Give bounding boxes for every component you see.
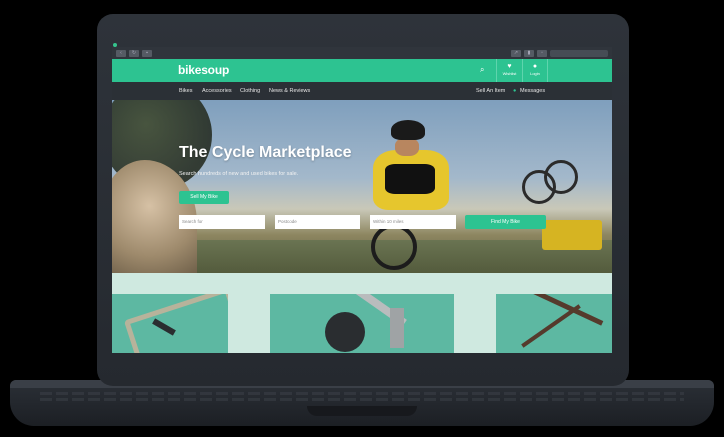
nav-item-accessories[interactable]: Accessories	[202, 88, 232, 94]
back-icon[interactable]: ‹	[116, 49, 126, 57]
category-cards	[112, 273, 612, 353]
bike-wheel	[371, 224, 417, 270]
nav-item-news-reviews[interactable]: News & Reviews	[269, 88, 310, 94]
nav-item-bikes[interactable]: Bikes	[179, 88, 192, 94]
hero-cyclist	[367, 120, 457, 270]
main-nav: Bikes Accessories Clothing News & Review…	[112, 82, 612, 100]
cyclist-helmet	[391, 120, 425, 140]
postcode-input[interactable]: Postcode	[275, 215, 360, 229]
cyclist-face	[395, 138, 419, 156]
site-logo[interactable]: bikesoup	[178, 63, 229, 77]
hero-banner: The Cycle Marketplace Search hundreds of…	[112, 100, 612, 273]
share-icon[interactable]: ↗	[511, 49, 521, 57]
laptop-key-row	[40, 398, 684, 401]
category-card[interactable]	[270, 294, 454, 353]
bike-frame-image	[123, 294, 228, 353]
bike-wheel	[544, 160, 578, 194]
chat-icon: ●	[513, 88, 517, 94]
laptop-notch	[307, 406, 417, 416]
heart-icon: ♥	[507, 63, 512, 70]
login-label: Login	[530, 71, 540, 76]
bike-wheel-image	[325, 312, 365, 352]
distance-select[interactable]: Within 10 miles	[370, 215, 456, 229]
team-car	[542, 220, 602, 250]
bookmark-icon[interactable]: ▮	[524, 49, 534, 57]
category-card[interactable]	[112, 294, 228, 353]
messages-link[interactable]: Messages	[520, 88, 545, 94]
sell-my-bike-button[interactable]: Sell My Bike	[179, 191, 229, 204]
sell-item-link[interactable]: Sell An Item	[476, 88, 505, 94]
search-input[interactable]: Search for	[179, 215, 265, 229]
login-button[interactable]: ● Login	[522, 59, 548, 82]
screen: ‹ ↻ ▪ ↗ ▮ ▫ bikesoup ⌕ ♥ Wishlist ● Logi…	[112, 47, 612, 353]
browser-toolbar: ‹ ↻ ▪ ↗ ▮ ▫	[112, 47, 612, 59]
browser-search-box[interactable]	[550, 49, 608, 57]
nav-item-clothing[interactable]: Clothing	[240, 88, 260, 94]
laptop-key-row	[40, 392, 684, 395]
lock-icon[interactable]: ▪	[142, 49, 152, 57]
hero-title: The Cycle Marketplace	[179, 144, 352, 161]
refresh-icon[interactable]: ↻	[129, 49, 139, 57]
wishlist-button[interactable]: ♥ Wishlist	[496, 59, 522, 82]
user-icon: ●	[532, 63, 538, 70]
tabs-icon[interactable]: ▫	[537, 49, 547, 57]
bike-frame-image	[528, 294, 604, 326]
category-card[interactable]	[496, 294, 612, 353]
find-my-bike-button[interactable]: Find My Bike	[465, 215, 546, 229]
search-icon[interactable]: ⌕	[480, 65, 490, 75]
bike-frame-image	[521, 304, 581, 348]
bike-part-image	[390, 308, 404, 348]
hero-bike-rack	[522, 160, 602, 250]
site-header: bikesoup ⌕ ♥ Wishlist ● Login	[112, 59, 612, 82]
wishlist-label: Wishlist	[502, 71, 517, 76]
cyclist-jersey-panel	[385, 164, 435, 194]
hero-subtitle: Search hundreds of new and used bikes fo…	[179, 171, 299, 177]
